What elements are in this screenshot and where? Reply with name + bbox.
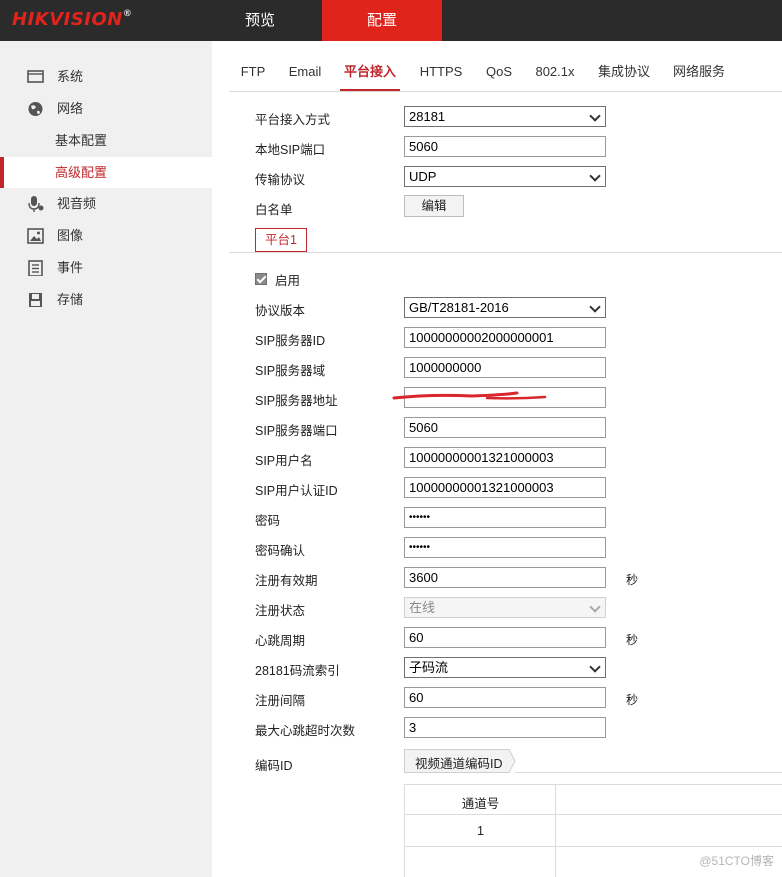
top-bar: HIKVISION® 预览 配置 bbox=[0, 0, 782, 41]
reg-validity-input[interactable]: 3600 bbox=[404, 567, 606, 588]
transport-select[interactable]: UDP bbox=[404, 166, 606, 187]
sidebar-item-advanced-config[interactable]: 高级配置 bbox=[0, 157, 212, 188]
reg-status-label: 注册状态 bbox=[255, 604, 306, 618]
tab-platform-1[interactable]: 平台1 bbox=[255, 228, 307, 252]
nav-preview[interactable]: 预览 bbox=[212, 0, 308, 41]
sidebar-item-label: 基本配置 bbox=[55, 133, 108, 148]
access-mode-label: 平台接入方式 bbox=[255, 113, 331, 127]
nav-config[interactable]: 配置 bbox=[322, 0, 442, 41]
watermark: @51CTO博客 bbox=[699, 854, 774, 868]
protocol-version-select[interactable]: GB/T28181-2016 bbox=[404, 297, 606, 318]
reg-validity-unit: 秒 bbox=[626, 573, 639, 587]
heartbeat-label: 心跳周期 bbox=[255, 634, 306, 648]
stream-index-label: 28181码流索引 bbox=[255, 664, 340, 678]
table-header-channel: 通道号 bbox=[461, 797, 500, 811]
reg-status-select: 在线 bbox=[404, 597, 606, 618]
encode-id-label: 编码ID bbox=[255, 759, 293, 773]
sidebar-item-system[interactable]: 系统 bbox=[0, 62, 212, 92]
sidebar-item-basic-config[interactable]: 基本配置 bbox=[0, 126, 212, 156]
tab-qos[interactable]: QoS bbox=[482, 52, 516, 91]
sip-server-domain-input[interactable]: 1000000000 bbox=[404, 357, 606, 378]
monitor-icon bbox=[27, 70, 44, 83]
sip-username-input[interactable]: 10000000001321000003 bbox=[404, 447, 606, 468]
list-icon bbox=[28, 260, 43, 276]
sidebar: 系统 网络 基本配置 高级配置 视音频 图像 事件 存储 bbox=[0, 41, 212, 877]
sidebar-item-image[interactable]: 图像 bbox=[0, 221, 212, 251]
stream-index-select[interactable]: 子码流 bbox=[404, 657, 606, 678]
tab-network-service[interactable]: 网络服务 bbox=[669, 52, 729, 91]
password-confirm-input[interactable]: •••••• bbox=[404, 537, 606, 558]
access-mode-select[interactable]: 28181 bbox=[404, 106, 606, 127]
divider bbox=[515, 772, 782, 773]
sidebar-item-video-audio[interactable]: 视音频 bbox=[0, 189, 212, 219]
transport-label: 传输协议 bbox=[255, 173, 306, 187]
sip-server-id-label: SIP服务器ID bbox=[255, 334, 326, 348]
heartbeat-unit: 秒 bbox=[626, 633, 639, 647]
reg-interval-unit: 秒 bbox=[626, 693, 639, 707]
logo-text: HIKVISION bbox=[12, 9, 123, 30]
sip-server-port-input[interactable]: 5060 bbox=[404, 417, 606, 438]
mic-icon bbox=[28, 196, 44, 212]
network-tabs: FTP Email 平台接入 HTTPS QoS 802.1x 集成协议 网络服… bbox=[229, 52, 782, 92]
sip-port-input[interactable]: 5060 bbox=[404, 136, 606, 157]
table-divider bbox=[405, 846, 782, 847]
sip-username-label: SIP用户名 bbox=[255, 454, 313, 468]
tab-integration-protocol[interactable]: 集成协议 bbox=[594, 52, 654, 91]
sidebar-item-label: 系统 bbox=[57, 69, 84, 84]
max-heartbeat-timeout-input[interactable]: 3 bbox=[404, 717, 606, 738]
sip-port-label: 本地SIP端口 bbox=[255, 143, 326, 157]
sip-auth-id-input[interactable]: 10000000001321000003 bbox=[404, 477, 606, 498]
sidebar-item-storage[interactable]: 存储 bbox=[0, 285, 212, 315]
sidebar-item-label: 网络 bbox=[57, 101, 84, 116]
sip-server-port-label: SIP服务器端口 bbox=[255, 424, 338, 438]
sip-server-id-input[interactable]: 10000000002000000001 bbox=[404, 327, 606, 348]
redaction-mark bbox=[392, 391, 547, 400]
sidebar-item-network[interactable]: 网络 bbox=[0, 94, 212, 124]
image-icon bbox=[27, 228, 44, 244]
password-label: 密码 bbox=[255, 514, 281, 528]
tab-ftp[interactable]: FTP bbox=[235, 52, 271, 91]
logo-mark: ® bbox=[122, 9, 133, 19]
enable-label: 启用 bbox=[275, 274, 301, 288]
sidebar-item-label: 视音频 bbox=[57, 196, 97, 211]
whitelist-edit-button[interactable]: 编辑 bbox=[404, 195, 464, 217]
password-confirm-label: 密码确认 bbox=[255, 544, 306, 558]
divider bbox=[229, 252, 782, 253]
table-divider bbox=[405, 814, 782, 815]
disk-icon bbox=[29, 293, 42, 307]
tab-platform-access[interactable]: 平台接入 bbox=[340, 52, 400, 91]
sip-server-domain-label: SIP服务器域 bbox=[255, 364, 326, 378]
whitelist-label: 白名单 bbox=[255, 203, 293, 217]
reg-interval-input[interactable]: 60 bbox=[404, 687, 606, 708]
enable-checkbox[interactable] bbox=[255, 273, 267, 285]
table-cell-channel: 1 bbox=[477, 824, 484, 838]
tab-email[interactable]: Email bbox=[285, 52, 325, 91]
hikvision-logo: HIKVISION® bbox=[12, 9, 132, 30]
max-heartbeat-timeout-label: 最大心跳超时次数 bbox=[255, 724, 356, 738]
sidebar-item-label: 存储 bbox=[57, 292, 84, 307]
reg-validity-label: 注册有效期 bbox=[255, 574, 318, 588]
sidebar-item-label: 事件 bbox=[57, 260, 84, 275]
sidebar-item-event[interactable]: 事件 bbox=[0, 253, 212, 283]
sidebar-item-label: 高级配置 bbox=[55, 165, 108, 180]
reg-interval-label: 注册间隔 bbox=[255, 694, 306, 708]
tab-https[interactable]: HTTPS bbox=[416, 52, 466, 91]
sip-server-address-label: SIP服务器地址 bbox=[255, 394, 338, 408]
heartbeat-input[interactable]: 60 bbox=[404, 627, 606, 648]
tab-video-channel-encode-id[interactable]: 视频通道编码ID bbox=[415, 753, 503, 772]
globe-icon bbox=[28, 102, 43, 116]
tab-8021x[interactable]: 802.1x bbox=[532, 52, 578, 91]
sidebar-item-label: 图像 bbox=[57, 228, 84, 243]
protocol-version-label: 协议版本 bbox=[255, 304, 306, 318]
sip-auth-id-label: SIP用户认证ID bbox=[255, 484, 338, 498]
password-input[interactable]: •••••• bbox=[404, 507, 606, 528]
